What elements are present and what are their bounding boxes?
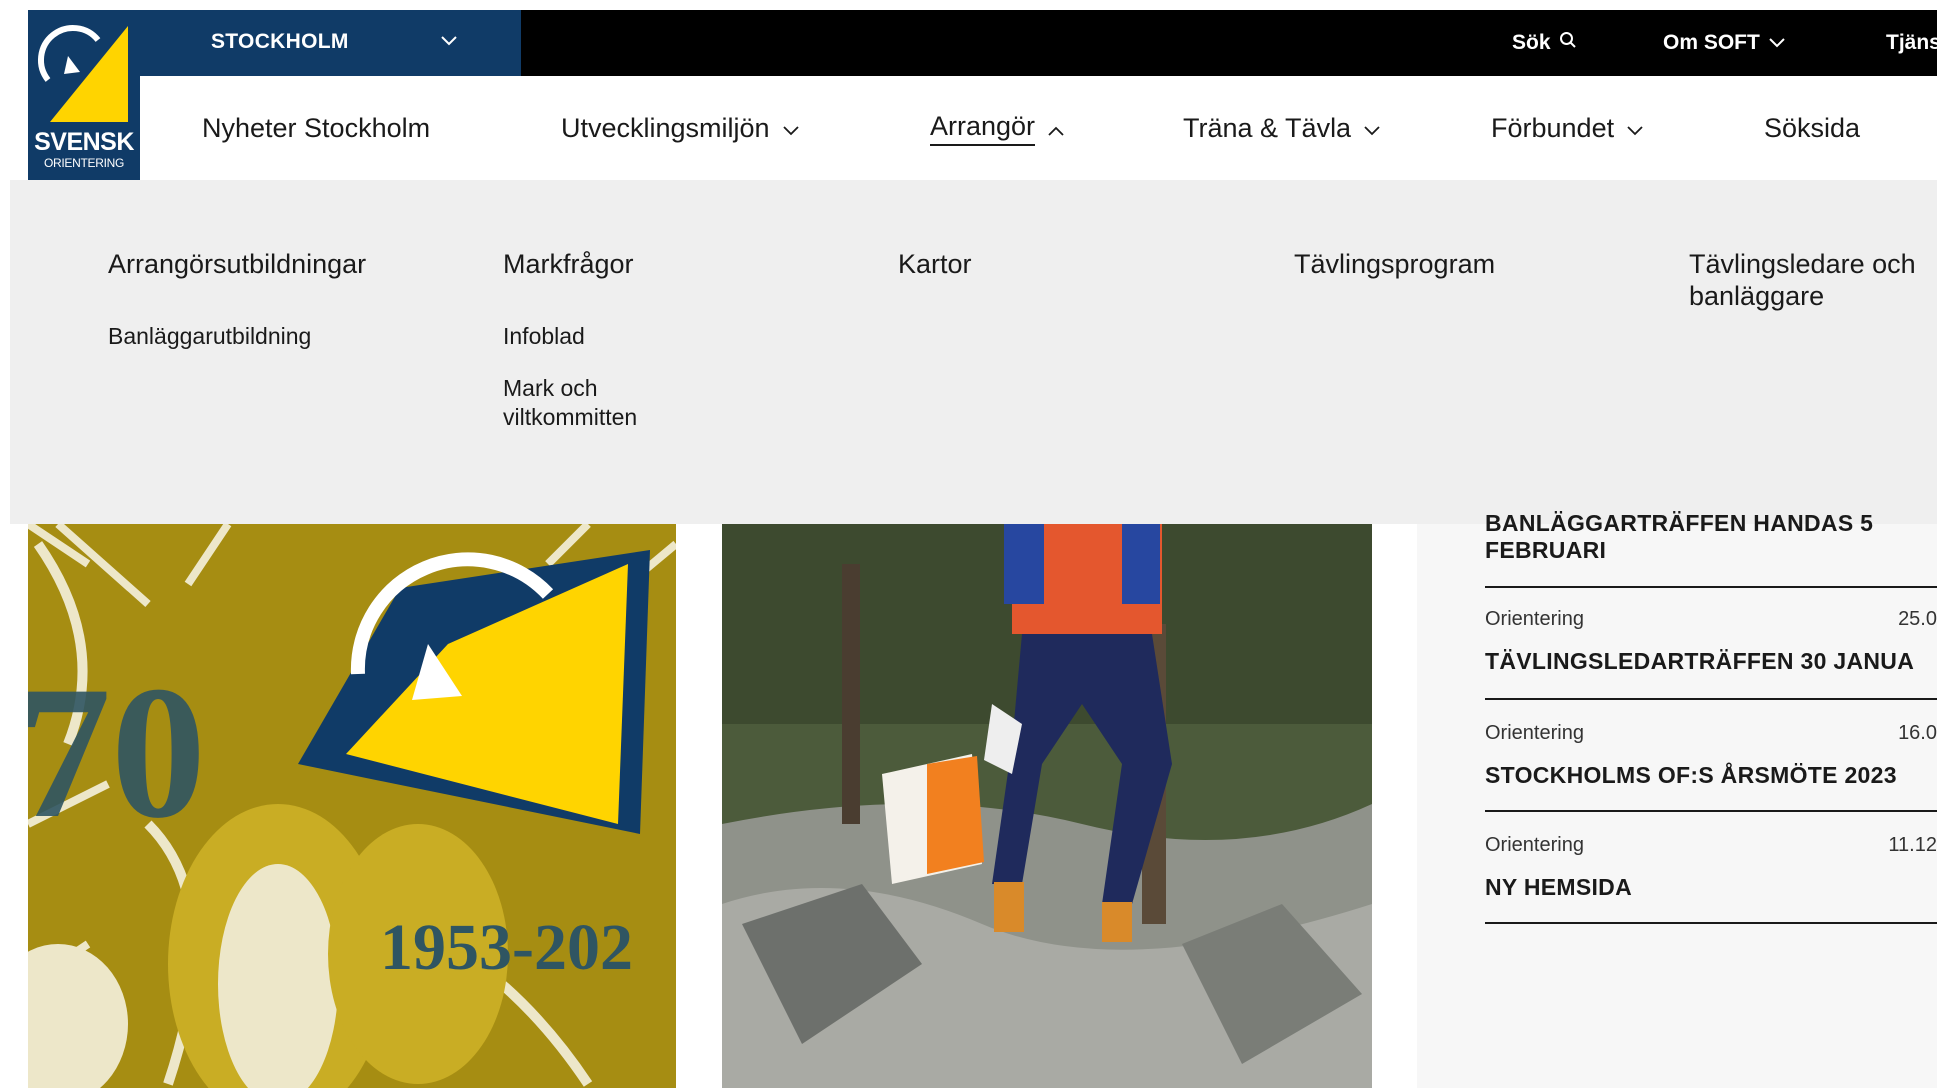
nav-item-arrangor[interactable]: Arrangör — [930, 76, 1065, 180]
dropdown-heading-kartor[interactable]: Kartor — [898, 248, 972, 280]
region-selector[interactable]: STOCKHOLM — [140, 10, 521, 76]
tjanster-label: Tjäns — [1886, 31, 1937, 54]
chevron-down-icon — [1351, 113, 1381, 144]
news-panel: BANLÄGGARTRÄFFEN HANDAS 5 FEBRUARI Orien… — [1417, 510, 1937, 1088]
tjanster-menu[interactable]: Tjäns — [1886, 10, 1937, 76]
news-title: TÄVLINGSLEDARTRÄFFEN 30 JANUA — [1485, 648, 1915, 674]
nav-label: Träna & Tävla — [1183, 112, 1352, 143]
nav-label: Söksida — [1764, 112, 1861, 143]
dropdown-heading-arrangorsutbildningar[interactable]: Arrangörsutbildningar — [108, 248, 366, 280]
orienteering-photo[interactable] — [722, 524, 1372, 1088]
nav-label: Arrangör — [930, 111, 1036, 146]
nav-item-utvecklingsmiljon[interactable]: Utvecklingsmiljön — [561, 76, 800, 180]
dropdown-heading-markfragor[interactable]: Markfrågor — [503, 248, 634, 280]
news-category: Orientering — [1485, 608, 1584, 630]
dropdown-heading-tavlingsledare-line1[interactable]: Tävlingsledare och — [1689, 248, 1916, 280]
search-icon — [1551, 31, 1577, 55]
search-link[interactable]: Sök — [1512, 10, 1577, 76]
dropdown-heading-tavlingsledare-line2[interactable]: banläggare — [1689, 280, 1824, 312]
nav-label: Utvecklingsmiljön — [561, 112, 770, 143]
chevron-down-icon — [1614, 113, 1644, 144]
page-top-strip — [0, 0, 1937, 10]
nav-item-trana-tavla[interactable]: Träna & Tävla — [1183, 76, 1381, 180]
logo-line1: SVENSK — [34, 128, 134, 156]
arrangor-dropdown: Arrangörsutbildningar Banläggarutbildnin… — [10, 180, 1937, 524]
logo-line2: ORIENTERING — [43, 156, 125, 170]
news-separator — [1485, 922, 1937, 924]
dropdown-link-infoblad[interactable]: Infoblad — [503, 322, 585, 351]
news-separator — [1485, 698, 1937, 700]
nav-item-forbundet[interactable]: Förbundet — [1491, 76, 1644, 180]
nav-item-nyheter[interactable]: Nyheter Stockholm — [202, 76, 430, 180]
badge-year: 70 — [28, 648, 206, 858]
main-navigation: Nyheter Stockholm Utvecklingsmiljön Arra… — [140, 76, 1937, 180]
anniversary-image[interactable]: 70 1953-202 — [28, 524, 676, 1088]
photo-illustration — [722, 524, 1372, 1088]
om-soft-menu[interactable]: Om SOFT — [1663, 10, 1786, 76]
news-category: Orientering — [1485, 834, 1584, 856]
region-label: STOCKHOLM — [211, 30, 349, 53]
badge-range: 1953-202 — [380, 911, 633, 984]
compass-icon — [38, 25, 128, 122]
om-soft-label: Om SOFT — [1663, 31, 1760, 54]
svensk-orientering-logo[interactable]: SVENSK ORIENTERING — [28, 10, 140, 180]
news-title: FEBRUARI — [1485, 537, 1607, 563]
news-title: STOCKHOLMS OF:S ÅRSMÖTE 2023 — [1485, 762, 1897, 788]
chevron-down-icon — [770, 113, 800, 144]
news-title: NY HEMSIDA — [1485, 874, 1632, 900]
dropdown-heading-tavlingsprogram[interactable]: Tävlingsprogram — [1294, 248, 1495, 280]
nav-label: Nyheter Stockholm — [202, 112, 431, 143]
news-date: 25.0 — [1898, 608, 1937, 630]
nav-item-soksida[interactable]: Söksida — [1764, 76, 1860, 180]
news-category: Orientering — [1485, 722, 1584, 744]
news-title-partial: BANLÄGGARTRÄFFEN HANDAS 5 — [1485, 510, 1874, 536]
search-label: Sök — [1512, 31, 1551, 54]
news-separator — [1485, 586, 1937, 588]
dropdown-link-mark-och-viltkommitten-line2[interactable]: viltkommitten — [503, 403, 637, 432]
chevron-down-icon — [440, 34, 458, 52]
nav-label: Förbundet — [1491, 112, 1615, 143]
chevron-up-icon — [1035, 113, 1065, 144]
dropdown-link-banlaggarutbildning[interactable]: Banläggarutbildning — [108, 322, 311, 351]
news-separator — [1485, 810, 1937, 812]
news-date: 11.12 — [1888, 834, 1937, 856]
news-date: 16.0 — [1898, 722, 1937, 744]
dropdown-link-mark-och-viltkommitten-line1[interactable]: Mark och — [503, 374, 598, 403]
chevron-down-icon — [1760, 31, 1786, 55]
utility-bar: STOCKHOLM Sök Om SOFT Tjäns — [28, 10, 1937, 76]
